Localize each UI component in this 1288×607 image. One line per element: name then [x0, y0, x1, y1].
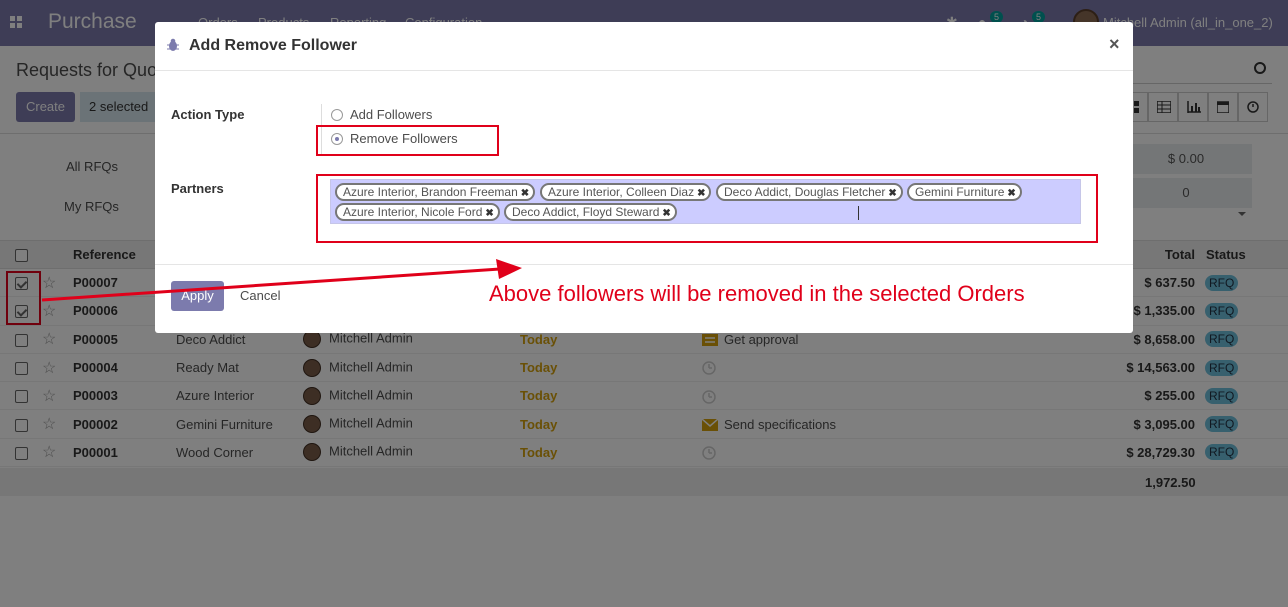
annotation-text: Above followers will be removed in the s…	[489, 281, 1025, 306]
